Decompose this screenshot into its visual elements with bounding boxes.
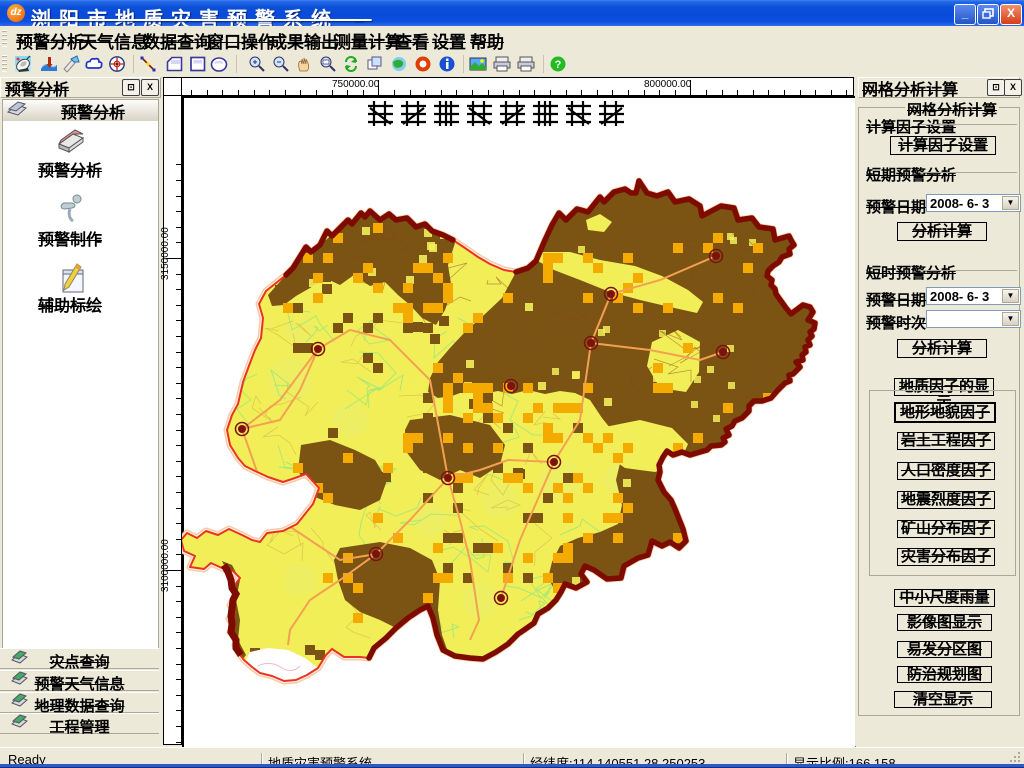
svg-text:?: ? <box>555 59 562 71</box>
